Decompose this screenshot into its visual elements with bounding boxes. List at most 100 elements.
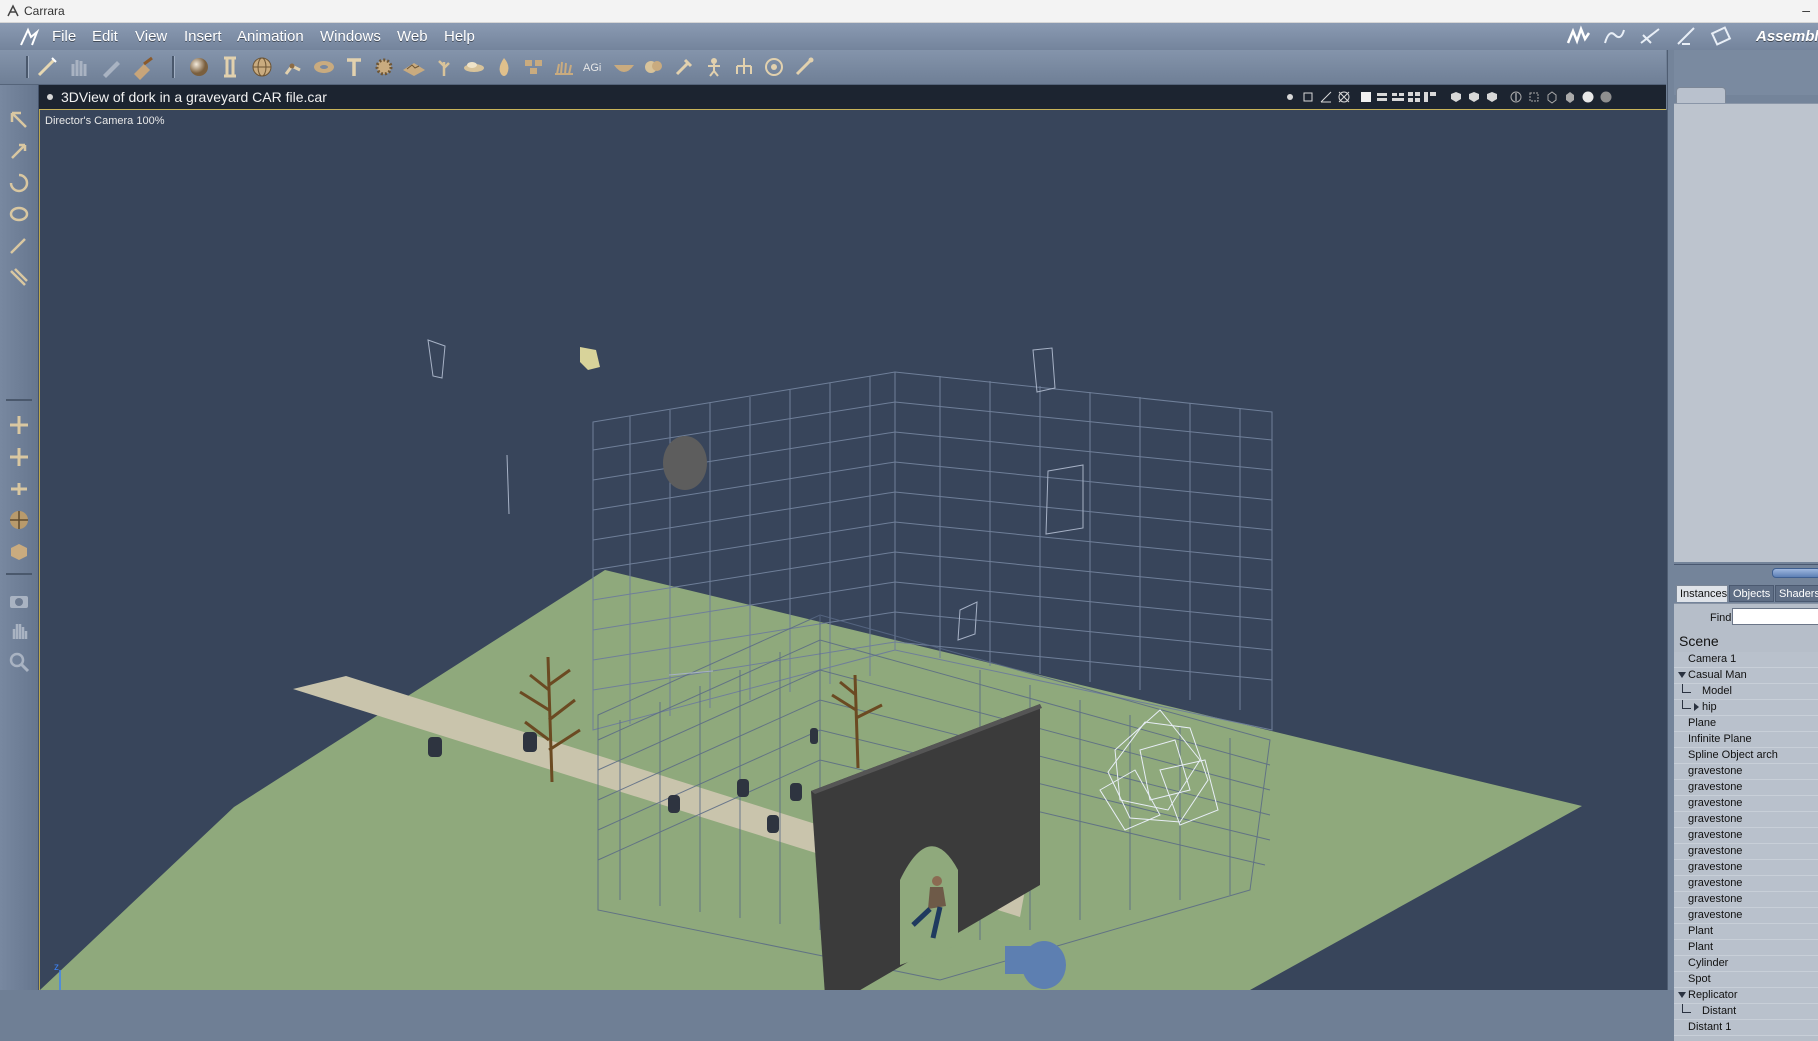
bone-chain-icon[interactable] bbox=[280, 54, 306, 80]
hierarchy-icon[interactable] bbox=[731, 54, 757, 80]
menu-view[interactable]: View bbox=[135, 28, 167, 45]
crosshair-icon[interactable] bbox=[1337, 90, 1351, 104]
tree-row[interactable]: Replicator bbox=[1674, 988, 1818, 1004]
tree-row[interactable]: gravestone bbox=[1674, 828, 1818, 844]
tree-row[interactable]: Spline Object arch bbox=[1674, 748, 1818, 764]
tree-row[interactable]: gravestone bbox=[1674, 860, 1818, 876]
menu-animation[interactable]: Animation bbox=[237, 28, 304, 45]
tab-instances[interactable]: Instances bbox=[1676, 585, 1728, 602]
globe-grid-icon[interactable] bbox=[249, 54, 275, 80]
disclosure-open-icon[interactable] bbox=[1678, 992, 1686, 998]
find-input[interactable] bbox=[1732, 608, 1818, 625]
properties-tab[interactable] bbox=[1676, 87, 1726, 104]
menu-web[interactable]: Web bbox=[397, 28, 428, 45]
tree-row[interactable]: Plant bbox=[1674, 924, 1818, 940]
hammer-icon[interactable] bbox=[130, 54, 156, 80]
storyboard-room-icon[interactable] bbox=[1637, 25, 1663, 47]
tab-objects[interactable]: Objects bbox=[1729, 585, 1774, 602]
paint-brush-icon[interactable] bbox=[7, 233, 31, 257]
assemble-room-icon[interactable] bbox=[1565, 25, 1591, 47]
hand-pan-icon[interactable] bbox=[7, 619, 31, 643]
minimize-button[interactable]: – bbox=[1802, 2, 1810, 18]
shield-icon[interactable] bbox=[7, 540, 31, 564]
cloud-icon[interactable] bbox=[461, 54, 487, 80]
layout-single-icon[interactable] bbox=[1359, 90, 1373, 104]
move-xy-icon[interactable] bbox=[7, 413, 31, 437]
sphere-dark-icon[interactable] bbox=[1599, 90, 1613, 104]
knife-icon[interactable] bbox=[7, 265, 31, 289]
tree-row[interactable]: hip bbox=[1674, 700, 1818, 716]
up-arrow-icon[interactable] bbox=[1509, 90, 1523, 104]
tree-row[interactable]: Model bbox=[1674, 684, 1818, 700]
axes-icon[interactable] bbox=[1319, 90, 1333, 104]
layout-four-icon[interactable] bbox=[1407, 90, 1421, 104]
wire-cube-icon[interactable] bbox=[1545, 90, 1559, 104]
tree-row[interactable]: gravestone bbox=[1674, 892, 1818, 908]
tree-row[interactable]: gravestone bbox=[1674, 812, 1818, 828]
menu-help[interactable]: Help bbox=[444, 28, 475, 45]
tree-row[interactable]: gravestone bbox=[1674, 844, 1818, 860]
layout-two-icon[interactable] bbox=[1375, 90, 1389, 104]
tree-row[interactable]: Plane bbox=[1674, 716, 1818, 732]
fx-wand-icon[interactable] bbox=[34, 54, 60, 80]
terrain-icon[interactable] bbox=[401, 54, 427, 80]
select-arrow-icon[interactable] bbox=[7, 109, 31, 133]
shield-b-icon[interactable] bbox=[1467, 90, 1481, 104]
target-icon[interactable] bbox=[761, 54, 787, 80]
tree-row[interactable]: gravestone bbox=[1674, 876, 1818, 892]
bone-icon[interactable] bbox=[791, 54, 817, 80]
viewport-menu-dot[interactable] bbox=[47, 94, 53, 100]
zoom-icon[interactable] bbox=[7, 650, 31, 674]
render-room-icon[interactable] bbox=[1709, 25, 1735, 47]
tree-row[interactable]: Plant bbox=[1674, 940, 1818, 956]
torus-icon[interactable] bbox=[311, 54, 337, 80]
twist-icon[interactable] bbox=[7, 202, 31, 226]
tree-row[interactable]: gravestone bbox=[1674, 908, 1818, 924]
gear-primitive-icon[interactable] bbox=[371, 54, 397, 80]
move-xz-icon[interactable] bbox=[7, 445, 31, 469]
shield-c-icon[interactable] bbox=[1485, 90, 1499, 104]
tree-row[interactable]: gravestone bbox=[1674, 780, 1818, 796]
pen-icon[interactable] bbox=[98, 54, 124, 80]
layout-three-icon[interactable] bbox=[1391, 90, 1405, 104]
tree-row[interactable]: gravestone bbox=[1674, 796, 1818, 812]
tree-row[interactable]: Cylinder bbox=[1674, 956, 1818, 972]
puppet-icon[interactable] bbox=[701, 54, 727, 80]
menu-windows[interactable]: Windows bbox=[320, 28, 381, 45]
fire-icon[interactable] bbox=[491, 54, 517, 80]
layout-custom-icon[interactable] bbox=[1423, 90, 1437, 104]
AGi-icon[interactable]: AGi bbox=[581, 54, 607, 80]
rotate-arrow-icon[interactable] bbox=[7, 139, 31, 163]
pin-icon[interactable] bbox=[671, 54, 697, 80]
tree-row[interactable]: gravestone bbox=[1674, 764, 1818, 780]
tree-row[interactable]: Camera 1 bbox=[1674, 652, 1818, 668]
3d-viewport[interactable]: Director's Camera 100% z bbox=[39, 110, 1667, 990]
tree-row[interactable]: Distant 1 bbox=[1674, 1020, 1818, 1036]
sphere-shade-icon[interactable] bbox=[1581, 90, 1595, 104]
hand-grab-icon[interactable] bbox=[66, 54, 92, 80]
text-T-icon[interactable] bbox=[341, 54, 367, 80]
disclosure-open-icon[interactable] bbox=[1678, 672, 1686, 678]
carrara-logo-icon[interactable] bbox=[18, 26, 40, 48]
lights-icon[interactable] bbox=[1283, 90, 1297, 104]
tree-row[interactable]: Casual Man bbox=[1674, 668, 1818, 684]
shield-a-icon[interactable] bbox=[1449, 90, 1463, 104]
disclosure-closed-icon[interactable] bbox=[1694, 703, 1699, 711]
menu-file[interactable]: File bbox=[52, 28, 76, 45]
camera-icon[interactable] bbox=[7, 589, 31, 613]
move-yz-icon[interactable] bbox=[7, 477, 31, 501]
tree-row[interactable]: Infinite Plane bbox=[1674, 732, 1818, 748]
tab-shaders[interactable]: Shaders bbox=[1775, 585, 1818, 602]
fur-icon[interactable] bbox=[551, 54, 577, 80]
bbox-icon[interactable] bbox=[1527, 90, 1541, 104]
menu-edit[interactable]: Edit bbox=[92, 28, 118, 45]
plant-icon[interactable] bbox=[431, 54, 457, 80]
solid-cube-icon[interactable] bbox=[1563, 90, 1577, 104]
tree-row[interactable]: Distant bbox=[1674, 1004, 1818, 1020]
tray-splitter-handle[interactable] bbox=[1772, 568, 1818, 578]
column-icon[interactable] bbox=[217, 54, 243, 80]
grid-toggle-icon[interactable] bbox=[1301, 90, 1315, 104]
replicator-icon[interactable] bbox=[521, 54, 547, 80]
orbit-icon[interactable] bbox=[7, 171, 31, 195]
trackball-icon[interactable] bbox=[7, 508, 31, 532]
